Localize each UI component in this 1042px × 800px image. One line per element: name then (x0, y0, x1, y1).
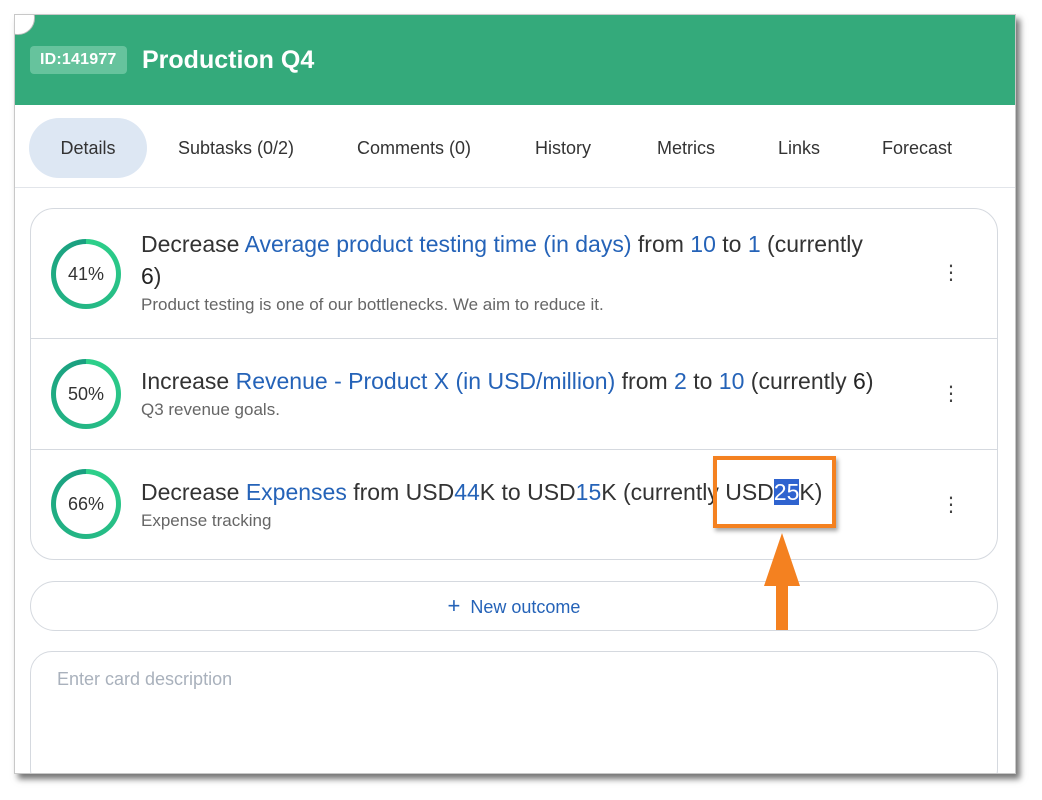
card-title[interactable]: Production Q4 (142, 44, 314, 76)
currently-word: (currently (767, 231, 863, 257)
tab-forecast[interactable]: Forecast (865, 118, 969, 178)
outcome-description: Product testing is one of our bottleneck… (141, 295, 604, 314)
metric-link[interactable]: Expenses (246, 479, 347, 505)
new-outcome-label: New outcome (470, 597, 581, 617)
card-description-box[interactable]: Enter card description (30, 651, 998, 773)
metric-link[interactable]: Average product testing time (in days) (245, 231, 632, 257)
tab-bar: Details Subtasks (0/2) Comments (0) Hist… (15, 105, 1015, 188)
card-description-placeholder[interactable]: Enter card description (57, 669, 957, 690)
more-options-icon[interactable]: ⋮ (941, 382, 961, 406)
from-word: from (621, 368, 668, 394)
progress-ring: 50% (51, 359, 121, 429)
from-prefix: USD (405, 479, 455, 505)
outcome-description: Expense tracking (141, 511, 272, 530)
card-header: ID:141977 Production Q4 (15, 15, 1015, 105)
to-word: to (501, 479, 521, 505)
progress-label: 66% (56, 474, 116, 534)
new-outcome-button[interactable]: + New outcome (30, 581, 998, 631)
currently-word: (currently (622, 479, 719, 505)
plus-icon: + (447, 593, 461, 618)
outcome-title: Increase Revenue - Product X (in USD/mil… (141, 365, 874, 397)
from-word: from (353, 479, 400, 505)
from-value[interactable]: 10 (690, 231, 716, 257)
outcome-row[interactable]: 41% Decrease Average product testing tim… (31, 209, 997, 338)
current-suffix: ) (865, 368, 874, 394)
tab-subtasks[interactable]: Subtasks (0/2) (163, 118, 309, 178)
progress-ring: 41% (51, 239, 121, 309)
id-badge: ID:141977 (30, 46, 127, 74)
tab-history[interactable]: History (518, 118, 608, 178)
annotation-highlight-box (713, 456, 836, 528)
progress-label: 50% (56, 364, 116, 424)
outcome-verb: Decrease (141, 231, 240, 257)
more-options-icon[interactable]: ⋮ (941, 493, 961, 517)
outcome-row[interactable]: 66% Decrease Expenses from USD44K to USD… (31, 449, 997, 559)
from-value[interactable]: 44 (454, 479, 480, 505)
metric-link[interactable]: Revenue - Product X (in USD/million) (236, 368, 616, 394)
current-value[interactable]: 6 (141, 263, 154, 289)
outcome-verb: Decrease (141, 479, 240, 505)
outcome-description: Q3 revenue goals. (141, 400, 280, 419)
current-suffix: ) (153, 263, 162, 289)
outcome-verb: Increase (141, 368, 230, 394)
outcomes-list: 41% Decrease Average product testing tim… (30, 208, 998, 560)
to-suffix: K (601, 479, 617, 505)
from-suffix: K (479, 479, 496, 505)
progress-ring: 66% (51, 469, 121, 539)
tab-metrics[interactable]: Metrics (641, 118, 731, 178)
current-value[interactable]: 6 (853, 368, 866, 394)
to-word: to (693, 368, 713, 394)
outcome-row[interactable]: 50% Increase Revenue - Product X (in USD… (31, 338, 997, 449)
currently-word: (currently (750, 368, 847, 394)
to-value[interactable]: 15 (576, 479, 602, 505)
outcome-title: Decrease Average product testing time (i… (141, 228, 921, 292)
to-prefix: USD (527, 479, 576, 505)
tab-comments[interactable]: Comments (0) (341, 118, 487, 178)
from-word: from (637, 231, 684, 257)
to-value[interactable]: 1 (748, 231, 761, 257)
progress-label: 41% (56, 244, 116, 304)
more-options-icon[interactable]: ⋮ (941, 261, 961, 285)
tab-details[interactable]: Details (29, 118, 147, 178)
from-value[interactable]: 2 (674, 368, 687, 394)
card-window: ID:141977 Production Q4 Details Subtasks… (14, 14, 1016, 774)
to-value[interactable]: 10 (719, 368, 745, 394)
to-word: to (722, 231, 742, 257)
tab-links[interactable]: Links (765, 118, 833, 178)
